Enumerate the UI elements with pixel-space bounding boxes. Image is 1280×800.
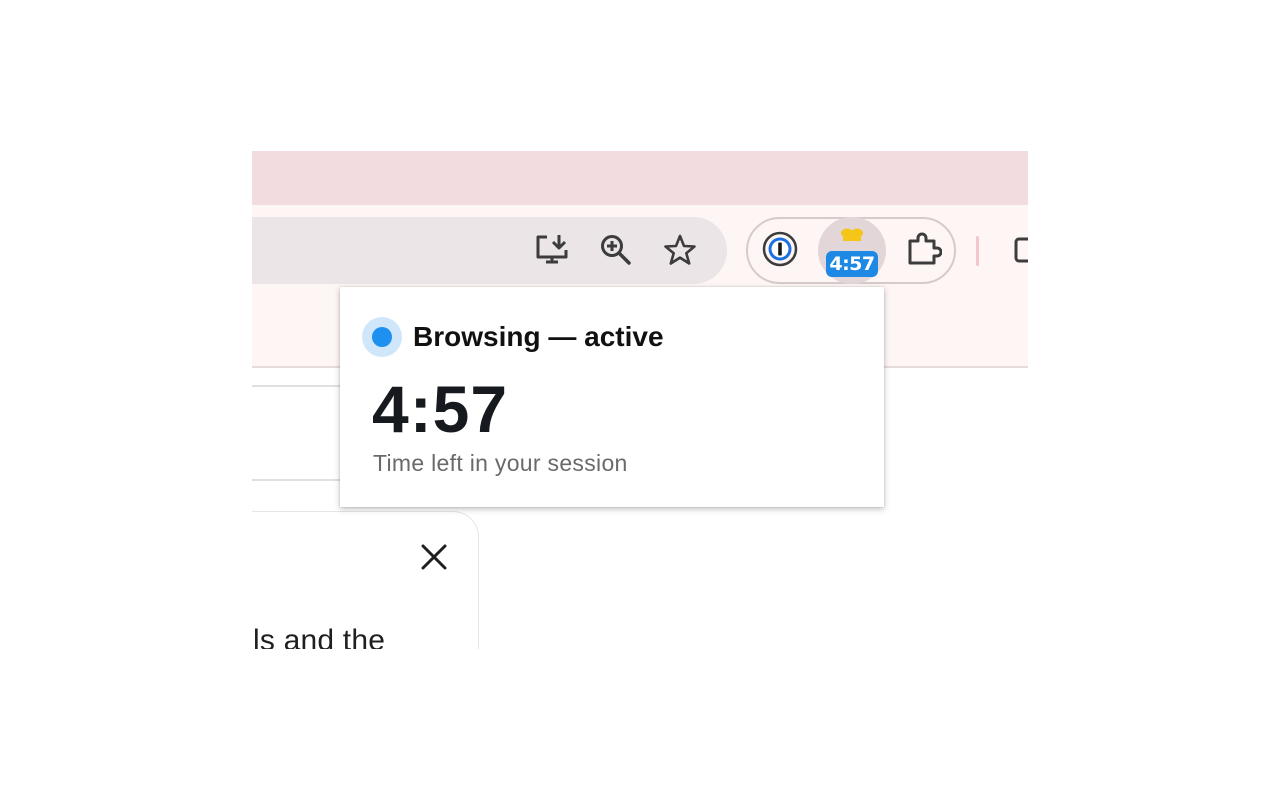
side-panel-icon[interactable]	[1014, 235, 1028, 265]
gift-bow-icon	[841, 228, 863, 241]
status-label: Browsing — active	[413, 321, 664, 352]
toolbar-separator	[976, 236, 979, 266]
status-dot	[372, 327, 392, 347]
bookmark-button[interactable]	[658, 228, 702, 272]
session-timer-extension[interactable]: 4:57	[818, 217, 886, 284]
zoom-in-icon	[601, 235, 631, 265]
page-divider	[252, 385, 342, 387]
close-icon[interactable]	[419, 542, 449, 572]
info-card: ls and the	[252, 511, 479, 649]
session-timer-popup: Browsing — active 4:57 Time left in your…	[340, 287, 884, 507]
install-app-icon	[536, 235, 568, 264]
card-text: ls and the	[253, 624, 386, 649]
1password-icon	[762, 231, 798, 267]
extensions-button[interactable]	[898, 223, 950, 275]
status-indicator	[362, 317, 402, 357]
time-left-value: 4:57	[372, 372, 509, 446]
timer-badge: 4:57	[826, 251, 878, 277]
extensions-puzzle-icon	[908, 232, 942, 265]
time-left-caption: Time left in your session	[373, 450, 628, 476]
page-divider	[252, 479, 342, 481]
zoom-button[interactable]	[594, 228, 638, 272]
tab-strip	[252, 151, 1028, 205]
1password-extension[interactable]	[754, 223, 806, 275]
status-row: Browsing — active	[362, 317, 664, 357]
address-bar[interactable]	[252, 217, 727, 284]
install-app-button[interactable]	[530, 228, 574, 272]
bookmark-star-icon	[664, 234, 696, 265]
